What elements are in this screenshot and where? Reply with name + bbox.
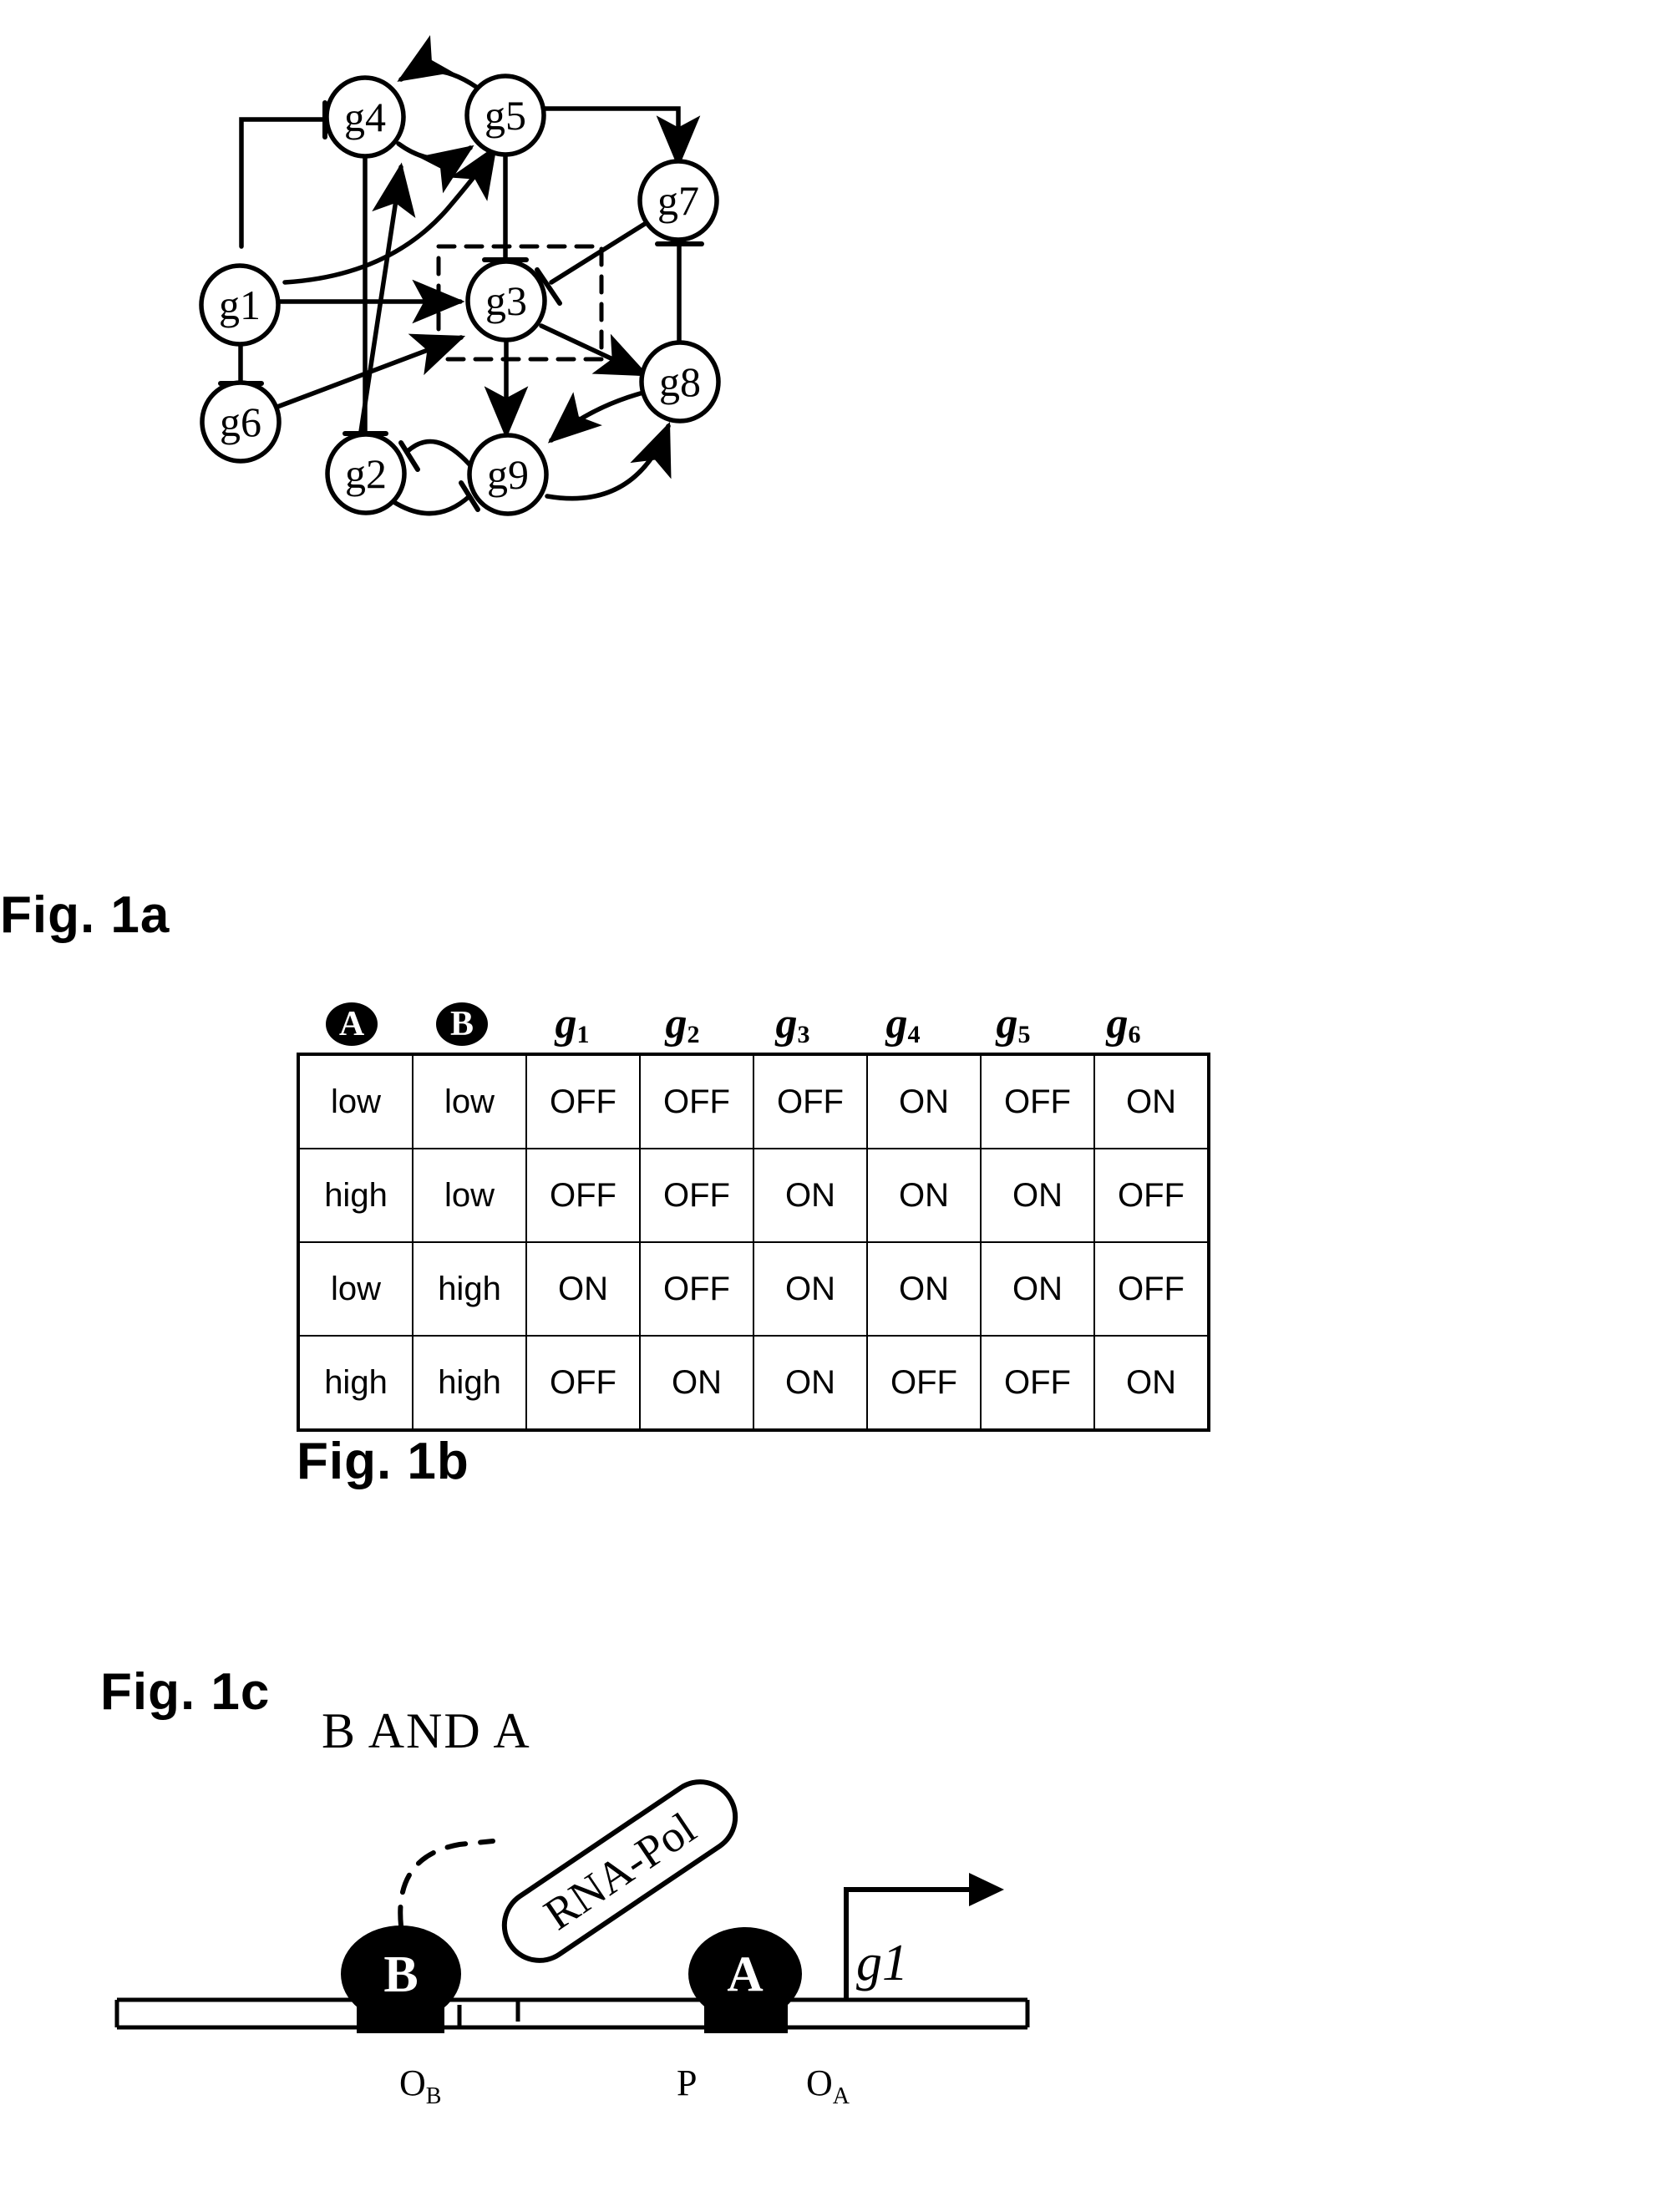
header-gene-g6: g6 [1106,1000,1141,1048]
node-g7-label: g7 [657,177,699,224]
figure-1a: g1 g2 g3 g4 g5 g6 g7 g8 g9 Fig. 1a [0,0,1186,944]
input-cell: low [297,1053,414,1149]
gene-state-cell: OFF [1093,1241,1210,1337]
gene-state-cell: ON [753,1148,868,1243]
edge-g2-inhibits-g9 [390,494,472,516]
header-input-b: B [407,961,517,1053]
input-cell: high [412,1335,527,1431]
table-row: high low OFF OFF ON ON ON OFF [297,1148,1210,1243]
truth-table-header: A B g1 g2 g3 g4 g5 g6 [297,961,1182,1053]
gene-state-cell: OFF [866,1335,982,1431]
edge-g8-activates-g9 [547,390,646,444]
interaction-dashed-arc [398,1839,495,1928]
gene-state-cell: OFF [753,1053,868,1149]
gene-state-cell: ON [753,1241,868,1337]
gene-state-cell: ON [980,1148,1095,1243]
gene-state-cell: OFF [525,1148,641,1243]
node-g1-label: g1 [219,282,261,328]
node-g7: g7 [637,159,719,242]
badge-b: B [436,1002,488,1046]
header-gene-g1: g1 [555,1000,590,1048]
input-cell: high [412,1241,527,1337]
input-cell: low [297,1241,414,1337]
gene-state-cell: ON [866,1241,982,1337]
input-cell: low [412,1053,527,1149]
edge-g5-activates-g4 [397,35,479,89]
figure-1a-caption: Fig. 1a [0,886,170,944]
badge-a: A [326,1002,378,1046]
gene-state-cell: OFF [639,1241,754,1337]
gene-state-cell: ON [1093,1335,1210,1431]
node-g3: g3 [465,259,547,342]
node-g9: g9 [467,433,549,516]
protein-a-label: A [727,1946,763,2001]
gene-state-cell: OFF [525,1335,641,1431]
header-gene-g2: g2 [665,1000,700,1048]
node-g2-label: g2 [345,450,387,497]
header-gene-g3: g3 [775,1000,810,1048]
figure-1c: B AND A B A RNA-Pol g1 OB P OA Fig. 1c [100,1662,1069,2130]
figure-1b: A B g1 g2 g3 g4 g5 g6 low low OFF OFF OFF ON O… [297,961,1215,1545]
gene-state-cell: OFF [980,1053,1095,1149]
table-row: low high ON OFF ON ON ON OFF [297,1241,1210,1337]
node-g6-label: g6 [220,398,261,445]
operator-b-site-label: OB [399,2062,442,2109]
edge-g7-inhibits-g3 [549,220,650,285]
node-g4-label: g4 [344,94,386,140]
gene-state-cell: OFF [980,1335,1095,1431]
gene-g1-label: g1 [856,1935,908,1991]
edge-g5-activates-g7 [540,106,701,169]
header-gene-g4: g4 [885,1000,921,1048]
promoter-site-label: P [677,2062,698,2103]
node-g4: g4 [324,75,406,159]
node-g6: g6 [200,380,282,464]
gene-state-cell: ON [980,1241,1095,1337]
header-input-a: A [297,961,407,1053]
edge-g9-inhibits-g2 [404,439,472,467]
node-g1: g1 [199,263,281,347]
edge-g4-activates-g5 [396,141,474,194]
node-g5: g5 [464,74,546,157]
dna-strand [114,1997,1030,2030]
header-gene-g5: g5 [996,1000,1031,1048]
node-g8-label: g8 [659,358,701,405]
node-g2: g2 [325,432,407,515]
node-g3-label: g3 [485,277,527,324]
edge-g1-activates-g5 [282,145,497,285]
edge-g3-activates-g8 [539,323,649,377]
node-g5-label: g5 [485,92,526,139]
figure-1b-caption: Fig. 1b [297,1433,469,1490]
promoter-schematic: B A RNA-Pol g1 [114,1779,1030,2033]
gene-state-cell: OFF [639,1053,754,1149]
gene-state-cell: ON [525,1241,641,1337]
truth-table: low low OFF OFF OFF ON OFF ON high low OFF OFF ON ON O… [297,1053,1210,1432]
edge-g9-activates-g8 [545,421,672,501]
gene-state-cell: ON [866,1053,982,1149]
gene-state-cell: ON [1093,1053,1210,1149]
input-cell: high [297,1335,414,1431]
protein-b-label: B [383,1946,418,2003]
gene-state-cell: OFF [1093,1148,1210,1243]
node-g8: g8 [639,340,721,424]
gene-state-cell: ON [639,1335,754,1431]
input-cell: high [297,1148,414,1243]
operator-a-site-label: OA [806,2062,850,2109]
table-row: high high OFF ON ON OFF OFF ON [297,1335,1210,1431]
edge-g4-inhibits-g1 [239,117,325,249]
table-row: low low OFF OFF OFF ON OFF ON [297,1053,1210,1149]
gene-state-cell: OFF [639,1148,754,1243]
gene-state-cell: ON [753,1335,868,1431]
input-cell: low [412,1148,527,1243]
gene-network-diagram: g1 g2 g3 g4 g5 g6 g7 g8 g9 [199,35,721,516]
node-g9-label: g9 [487,451,529,498]
gene-state-cell: OFF [525,1053,641,1149]
gene-state-cell: ON [866,1148,982,1243]
